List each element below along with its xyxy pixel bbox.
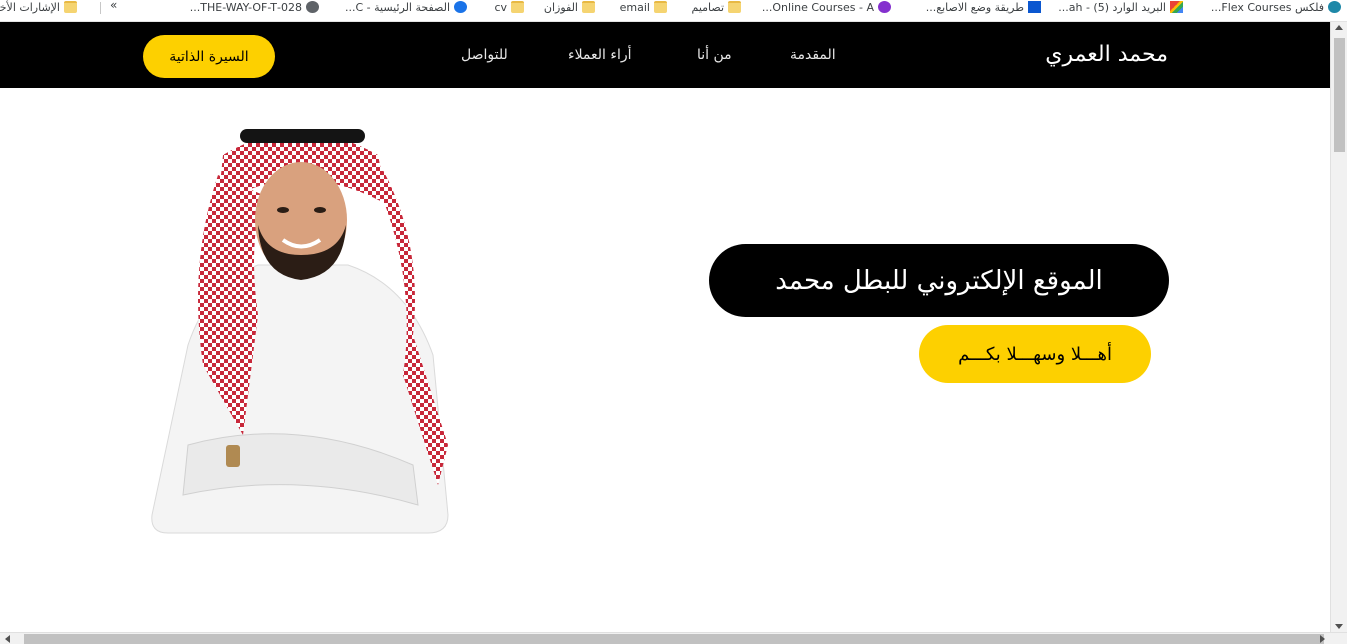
bookmark-label: الفوزان bbox=[543, 0, 578, 14]
separator bbox=[100, 2, 101, 14]
bookmark-label: email bbox=[619, 0, 650, 14]
bookmark-online-courses[interactable]: Online Courses - A... bbox=[762, 0, 891, 14]
bookmark-way-of[interactable]: 028-THE-WAY-OF-T... bbox=[190, 0, 319, 14]
bookmark-label: الصفحة الرئيسية - C... bbox=[344, 0, 450, 14]
scrollbar-thumb[interactable] bbox=[24, 634, 1324, 644]
scroll-down-icon[interactable] bbox=[1335, 624, 1343, 629]
canva-icon bbox=[454, 1, 467, 13]
vertical-scrollbar[interactable] bbox=[1330, 22, 1347, 632]
bookmark-cv[interactable]: cv bbox=[494, 0, 524, 14]
flex-icon bbox=[1328, 1, 1341, 13]
welcome-button[interactable]: أهـــلا وسهـــلا بكـــم bbox=[919, 325, 1151, 383]
other-bookmarks-label: الإشارات الأخرى bbox=[0, 0, 60, 14]
bookmark-finger-placement[interactable]: طريقة وضع الاصابع... bbox=[926, 0, 1041, 14]
bookmarks-overflow-button[interactable]: » bbox=[110, 0, 117, 12]
bookmark-flex-courses[interactable]: فلكس Flex Courses... bbox=[1211, 0, 1341, 14]
bookmark-label: طريقة وضع الاصابع... bbox=[925, 0, 1024, 14]
cv-button[interactable]: السيرة الذاتية bbox=[143, 35, 275, 78]
bookmark-canva-home[interactable]: الصفحة الرئيسية - C... bbox=[345, 0, 467, 14]
scrollbar-thumb[interactable] bbox=[1334, 38, 1345, 152]
globe-icon bbox=[306, 1, 319, 13]
portrait-photo bbox=[151, 129, 449, 534]
bookmark-alfawzan[interactable]: الفوزان bbox=[544, 0, 595, 14]
nav-link-testimonials[interactable]: أراء العملاء bbox=[568, 47, 632, 63]
other-bookmarks[interactable]: الإشارات الأخرى bbox=[0, 0, 77, 14]
folder-icon bbox=[582, 1, 595, 13]
bookmark-email[interactable]: email bbox=[620, 0, 667, 14]
bookmarks-bar: فلكس Flex Courses... البريد الوارد (5) -… bbox=[0, 0, 1347, 22]
bookmark-label: تصاميم bbox=[691, 0, 724, 14]
folder-icon bbox=[64, 1, 77, 13]
nav-link-about[interactable]: من أنا bbox=[697, 47, 732, 63]
gmail-icon bbox=[1170, 1, 1183, 13]
h-icon bbox=[1028, 1, 1041, 13]
folder-icon bbox=[511, 1, 524, 13]
bookmark-label: Online Courses - A... bbox=[761, 0, 874, 14]
bookmark-label: 028-THE-WAY-OF-T... bbox=[189, 0, 302, 14]
hero-title: الموقع الإلكتروني للبطل محمد bbox=[709, 244, 1169, 317]
scroll-right-icon[interactable] bbox=[1320, 635, 1325, 643]
nav-link-intro[interactable]: المقدمة bbox=[790, 47, 836, 63]
bookmark-inbox[interactable]: البريد الوارد (5) - ah... bbox=[1058, 0, 1183, 14]
scroll-left-icon[interactable] bbox=[5, 635, 10, 643]
nav-link-contact[interactable]: للتواصل bbox=[461, 47, 508, 63]
bookmark-label: البريد الوارد (5) - ah... bbox=[1058, 0, 1166, 14]
scroll-up-icon[interactable] bbox=[1335, 25, 1343, 30]
site-brand[interactable]: محمد العمري bbox=[1045, 42, 1168, 67]
folder-icon bbox=[728, 1, 741, 13]
folder-icon bbox=[654, 1, 667, 13]
bookmark-label: فلكس Flex Courses... bbox=[1210, 0, 1324, 14]
horizontal-scrollbar[interactable] bbox=[0, 632, 1347, 644]
site-navbar: محمد العمري المقدمة من أنا أراء العملاء … bbox=[0, 22, 1330, 88]
bookmark-designs[interactable]: تصاميم bbox=[692, 0, 741, 14]
bookmark-label: cv bbox=[494, 0, 507, 14]
udemy-icon bbox=[878, 1, 891, 13]
